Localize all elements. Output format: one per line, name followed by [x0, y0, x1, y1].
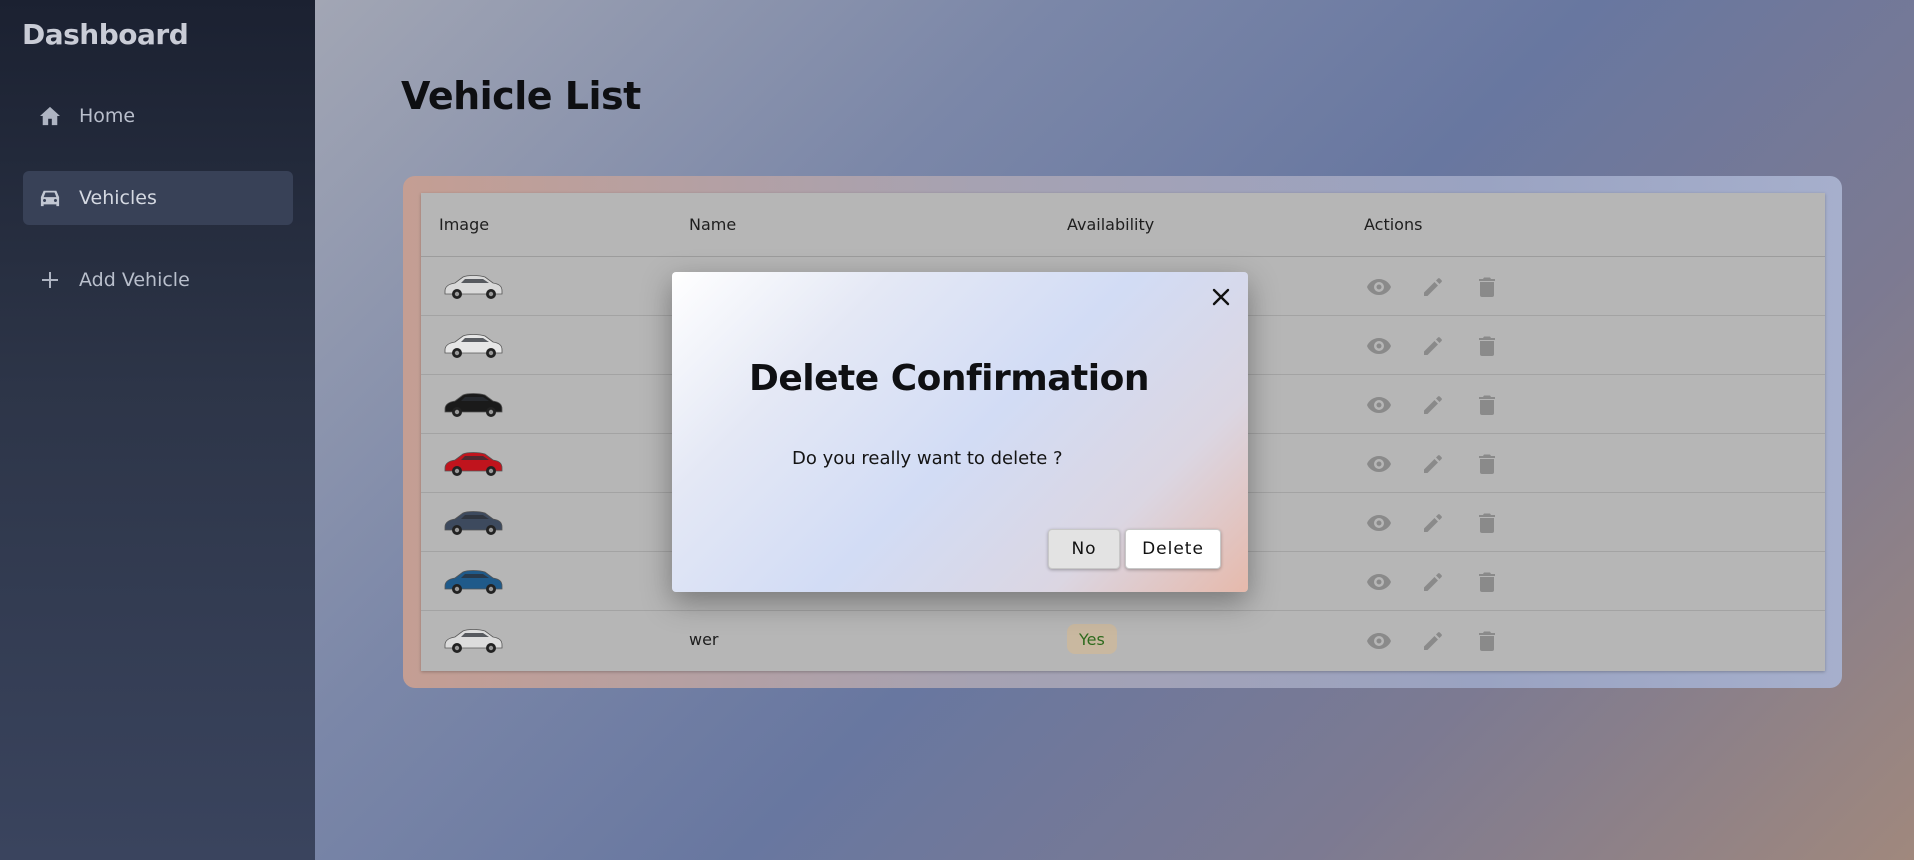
page-title: Vehicle List [401, 74, 641, 118]
edit-icon[interactable] [1420, 392, 1446, 418]
edit-icon[interactable] [1420, 333, 1446, 359]
edit-icon[interactable] [1420, 510, 1446, 536]
delete-button[interactable]: Delete [1125, 529, 1221, 569]
delete-icon[interactable] [1474, 333, 1500, 359]
view-icon[interactable] [1366, 510, 1392, 536]
view-icon[interactable] [1366, 274, 1392, 300]
sidebar-item-add-vehicle[interactable]: Add Vehicle [23, 253, 293, 307]
delete-icon[interactable] [1474, 569, 1500, 595]
vehicle-image [441, 562, 505, 598]
no-button[interactable]: No [1048, 529, 1120, 569]
column-header-actions: Actions [1364, 215, 1423, 234]
view-icon[interactable] [1366, 628, 1392, 654]
table-row: wer Yes [421, 611, 1825, 670]
plus-icon [23, 271, 77, 289]
delete-icon[interactable] [1474, 451, 1500, 477]
sidebar-item-vehicles[interactable]: Vehicles [23, 171, 293, 225]
delete-confirmation-dialog: Delete Confirmation Do you really want t… [672, 272, 1248, 592]
view-icon[interactable] [1366, 451, 1392, 477]
sidebar-item-label: Add Vehicle [79, 269, 190, 291]
table-header: Image Name Availability Actions [421, 193, 1825, 257]
column-header-availability: Availability [1067, 215, 1155, 234]
vehicle-image [441, 444, 505, 480]
vehicle-name: wer [689, 630, 719, 649]
sidebar: Dashboard Home Vehicles Add Vehicle [0, 0, 315, 860]
view-icon[interactable] [1366, 392, 1392, 418]
brand-title: Dashboard [22, 18, 189, 51]
car-icon [23, 188, 77, 208]
delete-icon[interactable] [1474, 274, 1500, 300]
vehicle-image [441, 621, 505, 657]
view-icon[interactable] [1366, 569, 1392, 595]
edit-icon[interactable] [1420, 628, 1446, 654]
delete-icon[interactable] [1474, 510, 1500, 536]
availability-badge: Yes [1067, 624, 1117, 654]
sidebar-item-home[interactable]: Home [23, 89, 293, 143]
column-header-image: Image [439, 215, 490, 234]
vehicle-image [441, 267, 505, 303]
home-icon [23, 106, 77, 126]
vehicle-image [441, 503, 505, 539]
dialog-message: Do you really want to delete ? [792, 448, 1063, 469]
dialog-title: Delete Confirmation [749, 358, 1149, 399]
view-icon[interactable] [1366, 333, 1392, 359]
column-header-name: Name [689, 215, 737, 234]
vehicle-image [441, 385, 505, 421]
edit-icon[interactable] [1420, 569, 1446, 595]
close-icon[interactable] [1208, 284, 1234, 310]
vehicle-image [441, 326, 505, 362]
delete-icon[interactable] [1474, 392, 1500, 418]
delete-icon[interactable] [1474, 628, 1500, 654]
edit-icon[interactable] [1420, 451, 1446, 477]
sidebar-item-label: Home [79, 105, 136, 127]
edit-icon[interactable] [1420, 274, 1446, 300]
sidebar-item-label: Vehicles [79, 187, 157, 209]
